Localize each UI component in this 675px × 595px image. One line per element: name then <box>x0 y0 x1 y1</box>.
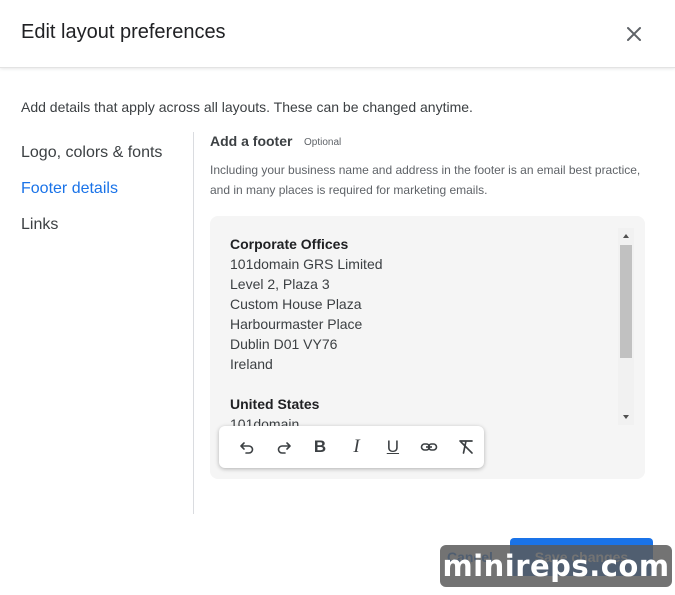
editor-scrollbar[interactable] <box>618 228 634 425</box>
nav-item-links[interactable]: Links <box>21 212 191 248</box>
optional-label: Optional <box>304 137 342 148</box>
undo-icon <box>240 442 254 454</box>
nav-item-footer-details[interactable]: Footer details <box>21 176 191 212</box>
link-button[interactable] <box>411 431 447 463</box>
redo-icon <box>277 442 291 454</box>
undo-button[interactable] <box>229 431 265 463</box>
footer-text-area[interactable]: Corporate Offices 101domain GRS Limited … <box>230 234 610 427</box>
editor-line: Custom House Plaza <box>230 296 362 312</box>
formatting-toolbar: B I U <box>219 426 484 468</box>
clear-format-button[interactable] <box>448 431 484 463</box>
editor-line: Corporate Offices <box>230 236 349 252</box>
bold-button[interactable]: B <box>302 431 338 463</box>
settings-nav: Logo, colors & fonts Footer details Link… <box>21 140 191 248</box>
nav-item-logo-colors-fonts[interactable]: Logo, colors & fonts <box>21 140 191 176</box>
editor-line: Ireland <box>230 356 273 372</box>
editor-line: Harbourmaster Place <box>230 316 363 332</box>
section-description: Including your business name and address… <box>210 163 641 197</box>
watermark-overlay: minireps.com <box>440 545 672 587</box>
close-button[interactable] <box>622 22 646 46</box>
italic-button[interactable]: I <box>338 431 374 463</box>
editor-blank-line <box>230 374 610 394</box>
scroll-up-arrow-icon[interactable] <box>618 230 634 242</box>
dialog-title: Edit layout preferences <box>21 21 226 43</box>
italic-icon: I <box>353 436 360 457</box>
editor-line: Level 2, Plaza 3 <box>230 276 330 292</box>
underline-icon: U <box>386 437 400 456</box>
underline-button[interactable]: U <box>375 431 411 463</box>
nav-divider <box>193 132 194 514</box>
editor-line: 101domain GRS Limited <box>230 256 383 272</box>
link-icon <box>421 443 438 451</box>
redo-button[interactable] <box>265 431 301 463</box>
scroll-thumb[interactable] <box>620 245 632 358</box>
clear-format-icon <box>458 440 473 454</box>
close-icon <box>627 27 641 41</box>
scroll-down-arrow-icon[interactable] <box>618 411 634 423</box>
dialog-header: Edit layout preferences <box>0 0 675 68</box>
editor-line: United States <box>230 396 320 412</box>
dialog-intro: Add details that apply across all layout… <box>21 99 473 115</box>
section-title: Add a footer <box>210 133 293 149</box>
editor-line: Dublin D01 VY76 <box>230 336 338 352</box>
bold-icon: B <box>313 437 327 456</box>
